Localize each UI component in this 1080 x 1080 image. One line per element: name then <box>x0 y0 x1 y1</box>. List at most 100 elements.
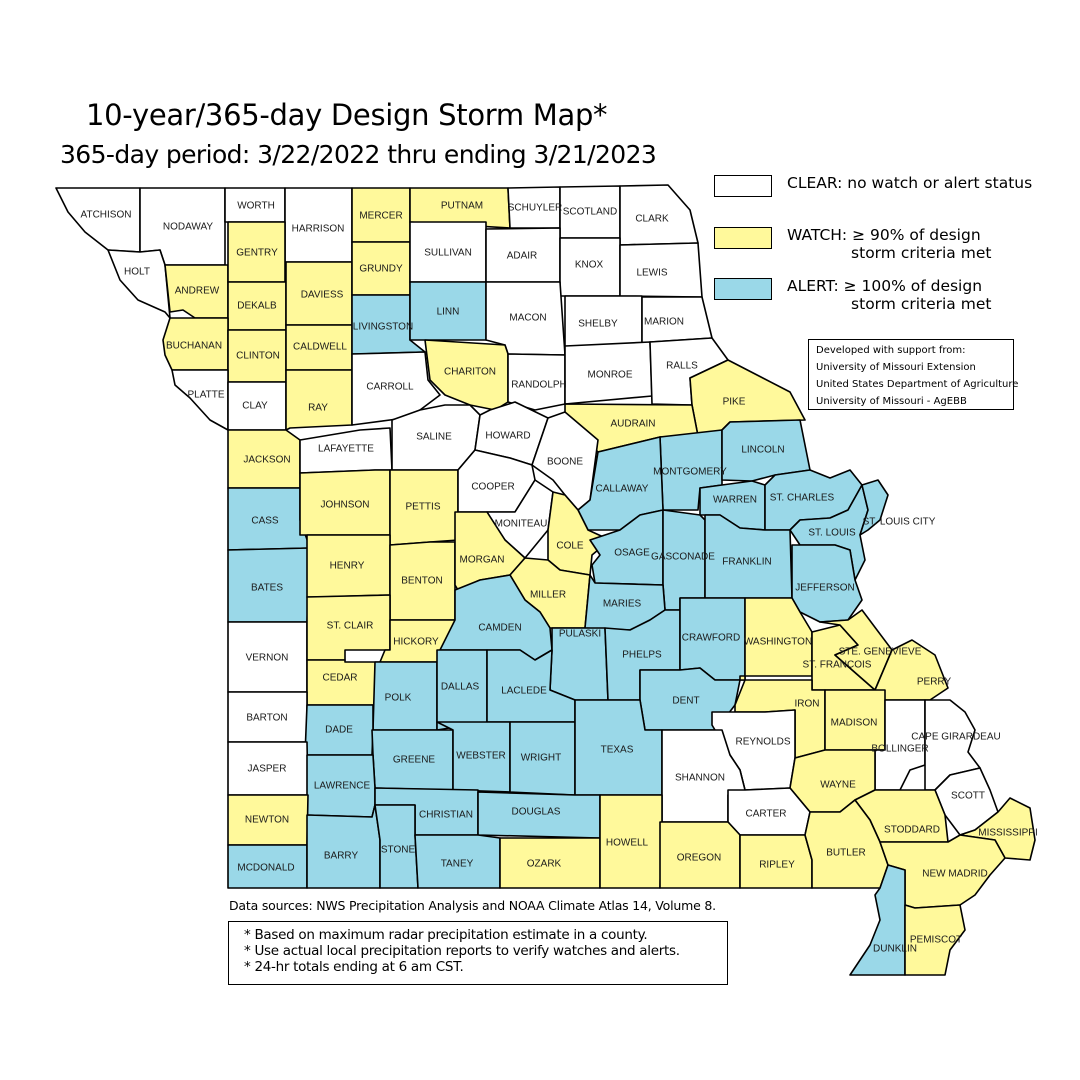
county-label-laclede: LACLEDE <box>501 686 547 697</box>
county-label-cape-girardeau: CAPE GIRARDEAU <box>911 732 1000 743</box>
county-label-macon: MACON <box>509 313 546 324</box>
county-label-webster: WEBSTER <box>456 751 505 762</box>
county-label-lewis: LEWIS <box>636 268 667 279</box>
county-label-lafayette: LAFAYETTE <box>318 444 374 455</box>
county-holt <box>107 249 171 319</box>
county-label-clay: CLAY <box>242 401 268 412</box>
county-label-dekalb: DEKALB <box>237 301 277 312</box>
county-label-saline: SALINE <box>416 432 452 443</box>
county-label-platte: PLATTE <box>187 390 224 401</box>
county-label-adair: ADAIR <box>507 251 538 262</box>
support-line: University of Missouri Extension <box>816 362 976 373</box>
county-label-moniteau: MONITEAU <box>495 519 548 530</box>
legend-label-alert: ALERT: ≥ 100% of design storm criteria m… <box>787 277 992 313</box>
county-label-carter: CARTER <box>746 809 787 820</box>
county-label-johnson: JOHNSON <box>321 500 370 511</box>
county-label-taney: TANEY <box>441 859 474 870</box>
county-label-scott: SCOTT <box>951 791 985 802</box>
county-label-grundy: GRUNDY <box>359 264 403 275</box>
county-label-crawford: CRAWFORD <box>682 633 741 644</box>
county-label-barton: BARTON <box>246 713 287 724</box>
county-label-scotland: SCOTLAND <box>563 207 617 218</box>
county-label-boone: BOONE <box>547 457 583 468</box>
county-label-lincoln: LINCOLN <box>741 445 784 456</box>
note-line: * Use actual local precipitation reports… <box>244 943 680 959</box>
county-label-jefferson: JEFFERSON <box>795 583 854 594</box>
county-label-gasconade: GASCONADE <box>651 552 715 563</box>
county-ray <box>285 369 353 431</box>
county-label-carroll: CARROLL <box>366 382 414 393</box>
county-label-andrew: ANDREW <box>175 286 220 297</box>
county-label-nodaway: NODAWAY <box>163 222 214 233</box>
county-label-warren: WARREN <box>713 495 757 506</box>
county-label-howard: HOWARD <box>485 431 530 442</box>
county-label-pemiscot: PEMISCOT <box>910 935 962 946</box>
county-label-christian: CHRISTIAN <box>419 810 473 821</box>
county-label-new-madrid: NEW MADRID <box>922 869 988 880</box>
county-label-phelps: PHELPS <box>622 650 662 661</box>
county-label-perry: PERRY <box>917 677 952 688</box>
county-label-daviess: DAVIESS <box>301 290 344 301</box>
county-label-cooper: COOPER <box>471 482 514 493</box>
note-line: * Based on maximum radar precipitation e… <box>244 927 648 943</box>
county-label-livingston: LIVINGSTON <box>353 322 413 333</box>
county-label-douglas: DOUGLAS <box>512 807 561 818</box>
county-label-benton: BENTON <box>401 576 443 587</box>
county-label-caldwell: CALDWELL <box>293 342 347 353</box>
county-label-callaway: CALLAWAY <box>596 484 649 495</box>
county-label-cole: COLE <box>556 541 584 552</box>
support-line: United States Department of Agriculture <box>816 379 1019 390</box>
county-label-polk: POLK <box>385 693 412 704</box>
support-heading: Developed with support from: <box>816 345 966 356</box>
county-label-morgan: MORGAN <box>460 555 505 566</box>
county-label-franklin: FRANKLIN <box>722 557 771 568</box>
county-label-jackson: JACKSON <box>243 455 290 466</box>
county-label-knox: KNOX <box>575 260 604 271</box>
county-label-worth: WORTH <box>237 201 275 212</box>
county-label-maries: MARIES <box>603 599 642 610</box>
county-label-shannon: SHANNON <box>675 773 725 784</box>
county-label-texas: TEXAS <box>601 745 634 756</box>
county-label-holt: HOLT <box>124 267 150 278</box>
county-label-pulaski: PULASKI <box>559 629 601 640</box>
county-label-pike: PIKE <box>723 397 746 408</box>
county-label-st-clair: ST. CLAIR <box>327 621 374 632</box>
support-line: University of Missouri - AgEBB <box>816 396 967 407</box>
legend-label-clear: CLEAR: no watch or alert status <box>787 174 1033 192</box>
county-label-montgomery: MONTGOMERY <box>653 467 727 478</box>
county-label-dallas: DALLAS <box>441 682 480 693</box>
county-label-audrain: AUDRAIN <box>610 419 655 430</box>
county-label-stone: STONE <box>381 845 416 856</box>
county-label-pettis: PETTIS <box>405 502 440 513</box>
county-label-ralls: RALLS <box>666 361 698 372</box>
county-label-howell: HOWELL <box>606 838 649 849</box>
county-label-ozark: OZARK <box>527 859 562 870</box>
county-label-ripley: RIPLEY <box>759 860 795 871</box>
county-label-greene: GREENE <box>393 755 436 766</box>
county-label-madison: MADISON <box>831 718 878 729</box>
legend-swatch-watch <box>714 227 772 249</box>
legend-item-clear: CLEAR: no watch or alert status <box>714 174 1032 197</box>
county-label-miller: MILLER <box>530 590 566 601</box>
county-label-osage: OSAGE <box>614 548 650 559</box>
county-label-cass: CASS <box>251 516 279 527</box>
county-label-mississippi: MISSISSIPPI <box>978 828 1037 839</box>
legend-label-watch: WATCH: ≥ 90% of design storm criteria me… <box>787 226 992 262</box>
county-label-barry: BARRY <box>324 851 359 862</box>
county-label-linn: LINN <box>437 307 460 318</box>
county-label-ray: RAY <box>308 403 328 414</box>
county-label-shelby: SHELBY <box>578 319 618 330</box>
county-label-gentry: GENTRY <box>236 248 278 259</box>
county-label-jasper: JASPER <box>248 764 287 775</box>
county-label-dade: DADE <box>325 725 353 736</box>
legend-swatch-alert <box>714 278 772 300</box>
county-label-st-francois: ST. FRANCOIS <box>803 660 872 671</box>
county-barry <box>306 804 381 889</box>
county-label-butler: BUTLER <box>826 848 865 859</box>
missouri-county-map: ATCHISON NODAWAY WORTH HARRISON MERCER PUTNAM… <box>55 184 1038 976</box>
county-label-clinton: CLINTON <box>236 351 280 362</box>
county-label-stoddard: STODDARD <box>884 825 940 836</box>
county-label-sullivan: SULLIVAN <box>424 248 472 259</box>
county-label-st-louis-city: ST. LOUIS CITY <box>863 517 936 528</box>
data-sources: Data sources: NWS Precipitation Analysis… <box>229 898 716 913</box>
